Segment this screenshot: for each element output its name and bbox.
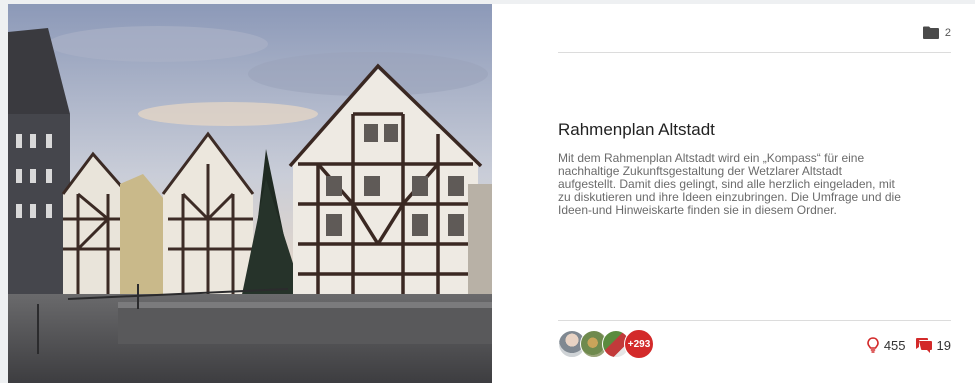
project-title[interactable]: Rahmenplan Altstadt	[558, 120, 715, 140]
divider	[558, 52, 951, 53]
divider	[558, 320, 951, 321]
folder-count-label: 2	[944, 26, 951, 39]
folder-count[interactable]: 2	[922, 26, 951, 39]
ideas-stat[interactable]: 455	[867, 337, 906, 353]
project-description: Mit dem Rahmenplan Altstadt wird ein „Ko…	[558, 151, 901, 217]
folder-icon	[922, 26, 939, 39]
project-content: 2 Rahmenplan Altstadt Mit dem Rahmenplan…	[492, 4, 975, 383]
participants-more-badge: +293	[624, 329, 654, 359]
project-card[interactable]: 2 Rahmenplan Altstadt Mit dem Rahmenplan…	[8, 4, 975, 383]
project-stats: 455 19	[867, 337, 951, 353]
comments-count: 19	[936, 337, 951, 353]
participant-avatars[interactable]: +293	[558, 329, 654, 359]
comments-icon	[915, 337, 932, 353]
lightbulb-icon	[867, 337, 879, 353]
comments-stat[interactable]: 19	[915, 337, 951, 353]
project-photo[interactable]	[8, 4, 492, 383]
old-town-photo	[8, 4, 492, 383]
ideas-count: 455	[883, 337, 906, 353]
